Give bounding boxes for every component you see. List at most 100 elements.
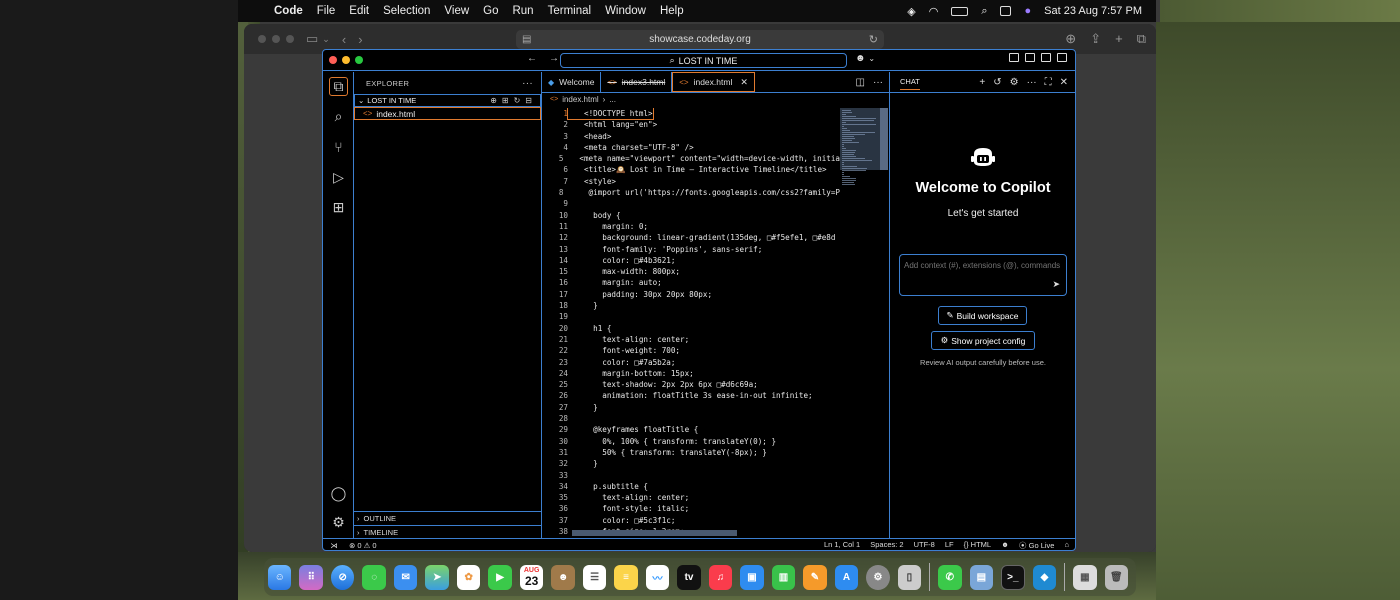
menu-edit[interactable]: Edit [349, 5, 369, 17]
code-line[interactable]: 12 background: linear-gradient(135deg, □… [542, 232, 840, 243]
launchpad-icon[interactable]: ⠿ [299, 564, 323, 590]
tab-overview-icon[interactable]: ⧉ [1137, 31, 1146, 47]
timeline-section[interactable]: › TIMELINE [354, 525, 542, 538]
go-live-button[interactable]: ⦿ Go Live [1019, 540, 1054, 551]
contacts-icon[interactable]: ☻ [551, 564, 575, 590]
extensions-icon[interactable]: ⊞ [329, 198, 348, 217]
minimize-light[interactable] [272, 35, 280, 43]
mail-icon[interactable]: ✉ [393, 564, 418, 590]
send-icon[interactable]: ➤ [1052, 279, 1060, 290]
account-icon[interactable]: ◯ [329, 484, 348, 503]
code-line[interactable]: 5 <meta name="viewport" content="width=de… [542, 153, 840, 164]
new-tab-icon[interactable]: + [1115, 31, 1123, 47]
code-line[interactable]: 6 <title>🕰️ Lost in Time – Interactive Ti… [542, 164, 840, 175]
code-line[interactable]: 26 animation: floatTitle 3s ease-in-out … [542, 390, 840, 401]
menu-go[interactable]: Go [483, 5, 498, 17]
gear-icon[interactable]: ⚙ [1010, 77, 1019, 88]
more-actions-icon[interactable]: ··· [873, 77, 883, 88]
source-control-icon[interactable]: ⑂ [329, 137, 348, 156]
notes-icon[interactable]: ≡ [614, 564, 638, 590]
system-settings-icon[interactable]: ⚙ [866, 564, 890, 590]
code-line[interactable]: 15 max-width: 800px; [542, 266, 840, 277]
zoom-light[interactable] [286, 35, 294, 43]
layers-icon[interactable]: ◈ [907, 5, 915, 18]
new-file-icon[interactable]: ⊕ [490, 96, 497, 105]
close-button[interactable] [329, 56, 337, 64]
tab-index[interactable]: <> index.html ✕ [672, 72, 755, 92]
code-line[interactable]: 32 } [542, 458, 840, 469]
new-chat-icon[interactable]: + [979, 77, 985, 88]
history-icon[interactable]: ↺ [993, 77, 1001, 88]
code-line[interactable]: 1 <!DOCTYPE html> [542, 108, 840, 121]
code-line[interactable]: 17 padding: 30px 20px 80px; [542, 289, 840, 300]
code-line[interactable]: 30 0%, 100% { transform: translateY(0); … [542, 436, 840, 447]
control-center-icon[interactable] [1000, 6, 1012, 16]
horizontal-scrollbar[interactable] [572, 530, 737, 536]
messages-icon[interactable]: ◌ [362, 564, 386, 590]
code-line[interactable]: 34 p.subtitle { [542, 481, 840, 492]
code-line[interactable]: 22 font-weight: 700; [542, 345, 840, 356]
code-line[interactable]: 27 } [542, 402, 840, 413]
preview-icon[interactable]: ▤ [969, 564, 994, 590]
language-mode[interactable]: {} HTML [964, 540, 992, 551]
outline-section[interactable]: › OUTLINE [354, 511, 542, 524]
forward-icon[interactable]: › [358, 32, 362, 47]
back-icon[interactable]: ‹ [342, 32, 346, 47]
code-line[interactable]: 7 <style> [542, 176, 840, 187]
siri-icon[interactable]: ● [1024, 5, 1031, 17]
share-icon[interactable]: ⇪ [1090, 31, 1101, 47]
refresh-icon[interactable]: ↻ [514, 96, 521, 105]
problems-status[interactable]: ⊗ 0 ⚠ 0 [349, 541, 377, 550]
code-line[interactable]: 36 font-style: italic; [542, 503, 840, 514]
apple-tv-icon[interactable]: tv [677, 564, 701, 590]
show-project-config-button[interactable]: ⚙ Show project config [931, 331, 1035, 350]
code-line[interactable]: 31 50% { transform: translateY(-8px); } [542, 447, 840, 458]
trash-icon[interactable]: 🗑 [1104, 564, 1129, 590]
menu-file[interactable]: File [317, 5, 336, 17]
menu-run[interactable]: Run [512, 5, 533, 17]
toggle-primary-sidebar-icon[interactable] [1025, 53, 1035, 62]
finder-icon[interactable]: ☺ [268, 564, 292, 590]
new-folder-icon[interactable]: ⊞ [502, 96, 509, 105]
download-icon[interactable]: ⊕ [1065, 31, 1076, 47]
line-ending[interactable]: LF [945, 540, 954, 551]
code-line[interactable]: 18 } [542, 300, 840, 311]
more-actions-icon[interactable]: ··· [1027, 77, 1037, 88]
code-line[interactable]: 37 color: □#5c3f1c; [542, 515, 840, 526]
photos-icon[interactable]: ✿ [456, 564, 481, 590]
facetime-icon[interactable]: ▶ [488, 564, 512, 590]
reload-icon[interactable]: ↻ [869, 33, 878, 46]
menu-terminal[interactable]: Terminal [548, 5, 591, 17]
menu-help[interactable]: Help [660, 5, 684, 17]
code-line[interactable]: 28 [542, 413, 840, 424]
breadcrumb-more[interactable]: ... [609, 95, 616, 104]
more-actions-icon[interactable]: ··· [522, 78, 533, 89]
freeform-icon[interactable]: 〰 [645, 564, 670, 590]
iphone-mirroring-icon[interactable]: ▯ [897, 564, 922, 590]
spotlight-search-icon[interactable]: ⌕ [981, 5, 987, 18]
code-line[interactable]: 29 @keyframes floatTitle { [542, 424, 840, 435]
calendar-icon[interactable]: AUG 23 [519, 564, 544, 590]
chat-input-box[interactable]: ➤ [899, 254, 1067, 296]
chevron-down-icon[interactable]: ⌄ [322, 34, 330, 45]
code-line[interactable]: 4 <meta charset="UTF-8" /> [542, 142, 840, 153]
code-line[interactable]: 8 @import url('https://fonts.googleapis.… [542, 187, 840, 198]
music-icon[interactable]: ♫ [708, 564, 733, 590]
pages-icon[interactable]: ✎ [803, 564, 827, 590]
command-center-search[interactable]: ⌕ LOST IN TIME [560, 53, 847, 68]
close-icon[interactable]: ✕ [740, 77, 748, 88]
sidebar-toggle-icon[interactable]: ▭ [306, 31, 318, 47]
maximize-icon[interactable]: ⛶ [1045, 77, 1052, 88]
file-item[interactable]: <> index.html [354, 107, 541, 120]
copilot-status-icon[interactable]: ☻ [1001, 540, 1009, 551]
safari-icon[interactable]: ⊘ [330, 564, 355, 590]
gear-icon[interactable]: ⚙ [329, 513, 348, 532]
remote-icon[interactable]: ⋊ [323, 541, 345, 550]
split-editor-icon[interactable]: ◫ [856, 77, 865, 88]
downloads-stack-icon[interactable]: ▦ [1073, 564, 1097, 590]
code-line[interactable]: 20 h1 { [542, 323, 840, 334]
workspace-folder[interactable]: ⌄ LOST IN TIME ⊕ ⊞ ↻ ⊟ [354, 94, 541, 107]
vertical-scrollbar[interactable] [880, 108, 888, 170]
customize-layout-icon[interactable] [1009, 53, 1019, 62]
chat-tab[interactable]: CHAT [900, 77, 920, 90]
